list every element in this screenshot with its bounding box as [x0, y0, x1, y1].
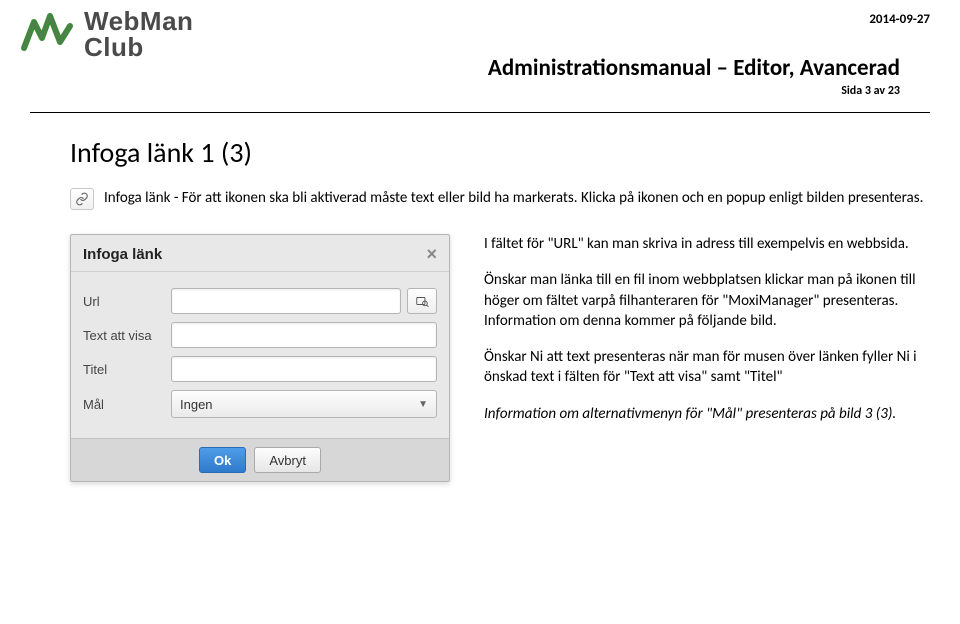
- title-input[interactable]: [171, 356, 437, 382]
- close-icon[interactable]: ×: [426, 245, 437, 263]
- section-title: Infoga länk 1 (3): [70, 135, 930, 170]
- target-label: Mål: [83, 397, 171, 412]
- webman-logo-icon: [20, 8, 76, 56]
- link-icon: [75, 192, 89, 206]
- title-label: Titel: [83, 362, 171, 377]
- explain-p3: Önskar Ni att text presenteras när man f…: [484, 347, 930, 388]
- dialog-header: Infoga länk ×: [71, 235, 449, 272]
- text-to-show-label: Text att visa: [83, 328, 171, 343]
- browse-icon: [415, 294, 429, 308]
- target-selected-value: Ingen: [180, 397, 213, 412]
- explain-p4: Information om alternativmenyn för "Mål"…: [484, 404, 930, 424]
- logo-text-line2: Club: [84, 34, 193, 60]
- ok-button[interactable]: Ok: [199, 447, 246, 473]
- explanation-text: I fältet för "URL" kan man skriva in adr…: [484, 234, 930, 440]
- dialog-title: Infoga länk: [83, 246, 162, 263]
- logo-text-line1: WebMan: [84, 8, 193, 34]
- intro-text: Infoga länk - För att ikonen ska bli akt…: [104, 188, 923, 208]
- cancel-button[interactable]: Avbryt: [254, 447, 321, 473]
- page-header: WebMan Club 2014-09-27 Administrationsma…: [0, 0, 960, 98]
- browse-files-button[interactable]: [407, 288, 437, 314]
- url-input[interactable]: [171, 288, 401, 314]
- ok-button-label: Ok: [214, 453, 231, 468]
- text-to-show-input[interactable]: [171, 322, 437, 348]
- insert-link-toolbar-icon: [70, 188, 94, 210]
- url-label: Url: [83, 294, 171, 309]
- page-number: Sida 3 av 23: [20, 84, 930, 98]
- target-select[interactable]: Ingen ▼: [171, 390, 437, 418]
- explain-p2: Önskar man länka till en fil inom webbpl…: [484, 270, 930, 331]
- content-area: Infoga länk 1 (3) Infoga länk - För att …: [0, 113, 960, 482]
- insert-link-dialog: Infoga länk × Url: [70, 234, 450, 482]
- intro-row: Infoga länk - För att ikonen ska bli akt…: [70, 188, 930, 210]
- chevron-down-icon: ▼: [418, 399, 428, 410]
- logo: WebMan Club: [20, 8, 930, 60]
- explain-p1: I fältet för "URL" kan man skriva in adr…: [484, 234, 930, 254]
- cancel-button-label: Avbryt: [269, 453, 306, 468]
- dialog-footer: Ok Avbryt: [71, 438, 449, 481]
- document-date: 2014-09-27: [869, 12, 930, 27]
